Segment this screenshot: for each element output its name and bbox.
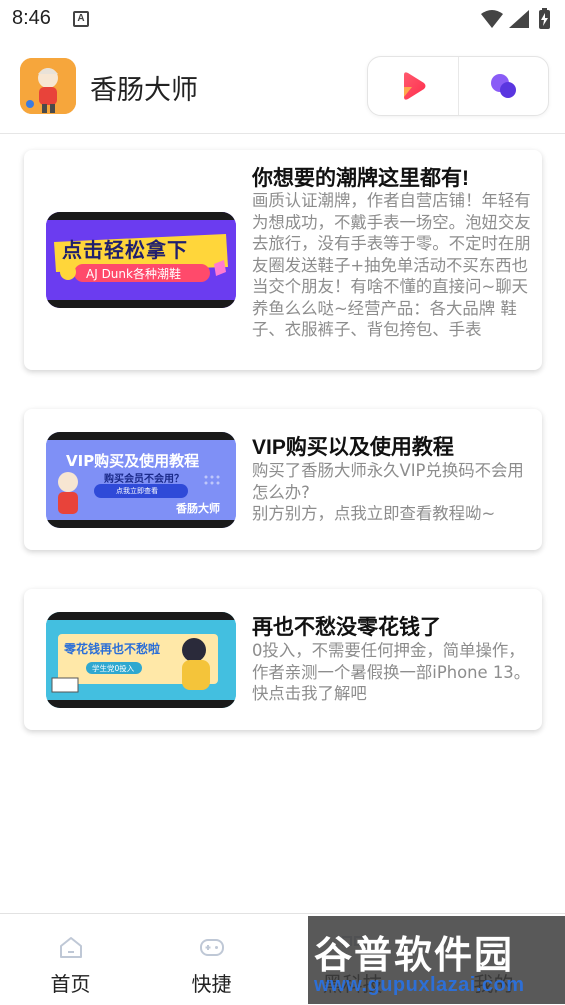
card-description: 购买了香肠大师永久VIP兑换码不会用怎么办? 别方别方，点我立即查看教程呦~ [252,461,524,523]
card-description: 画质认证潮牌，作者自营店铺！年轻有为想成功，不戴手表一场空。泡妞交友去旅行，没有… [252,191,531,339]
card-banner-pocket-money[interactable]: 零花钱再也不愁啦 学生党0投入 [46,612,236,708]
promo-card-trendy[interactable]: 点击轻松拿下 AJ Dunk各种潮鞋 你想要的潮牌这里都有! 画质认证潮牌，作者… [24,150,542,370]
header-capsule [367,56,549,116]
card-description: 0投入，不需要任何押金，简单操作，作者亲测一个暑假换一部iPhone 13。快点… [252,641,531,703]
watermark-overlay: 谷普软件园 www.gupuxlazai.com [308,916,565,1004]
home-icon [60,937,82,958]
tab-label: 快捷 [191,972,232,996]
banner-sub-text: 学生党0投入 [92,664,135,673]
banner-sub-text: AJ Dunk各种潮鞋 [86,267,181,281]
tab-home[interactable]: 首页 [0,914,141,1005]
signal-icon [509,10,529,28]
card-title: 你想要的潮牌这里都有! [252,167,469,190]
banner-main-text: VIP购买及使用教程 [66,452,200,470]
play-video-icon [404,72,426,100]
app-logo-icon[interactable] [20,58,76,114]
tab-quick[interactable]: 快捷 [141,914,282,1005]
app-header: 香肠大师 [0,38,565,134]
card-banner-trendy[interactable]: 点击轻松拿下 AJ Dunk各种潮鞋 [46,212,236,308]
watermark-url: www.gupuxlazai.com [314,974,525,996]
status-bar: 8:46 A [0,0,565,38]
wifi-icon [481,10,503,28]
status-time: 8:46 [12,7,51,29]
promo-card-pocket-money[interactable]: 零花钱再也不愁啦 学生党0投入 再也不愁没零花钱了 0投入，不需要任何押金，简单… [24,589,542,730]
bubbles-icon [491,74,516,98]
system-icons [481,8,550,29]
promo-card-vip[interactable]: VIP购买及使用教程 购买会员不会用？ 点我立即查看 香肠大师 VIP购买以及使… [24,409,542,550]
watermark-title: 谷普软件园 [314,933,515,977]
banner-brand-text: 香肠大师 [176,502,220,515]
banner-main-text: 零花钱再也不愁啦 [64,642,161,656]
card-banner-vip[interactable]: VIP购买及使用教程 购买会员不会用？ 点我立即查看 香肠大师 [46,432,236,528]
notification-a-icon: A [73,11,89,27]
banner-button-text: 点我立即查看 [116,487,158,495]
battery-charging-icon [539,8,550,29]
bubbles-button[interactable] [459,57,549,115]
banner-sub-text: 购买会员不会用？ [104,474,184,485]
gamepad-icon [200,939,224,956]
app-title: 香肠大师 [90,75,198,105]
card-title: 再也不愁没零花钱了 [252,616,441,639]
tab-label: 首页 [50,972,91,996]
card-title: VIP购买以及使用教程 [252,436,454,459]
banner-main-text: 点击轻松拿下 [62,238,188,262]
play-video-button[interactable] [368,57,458,115]
banner-decor [46,612,236,708]
